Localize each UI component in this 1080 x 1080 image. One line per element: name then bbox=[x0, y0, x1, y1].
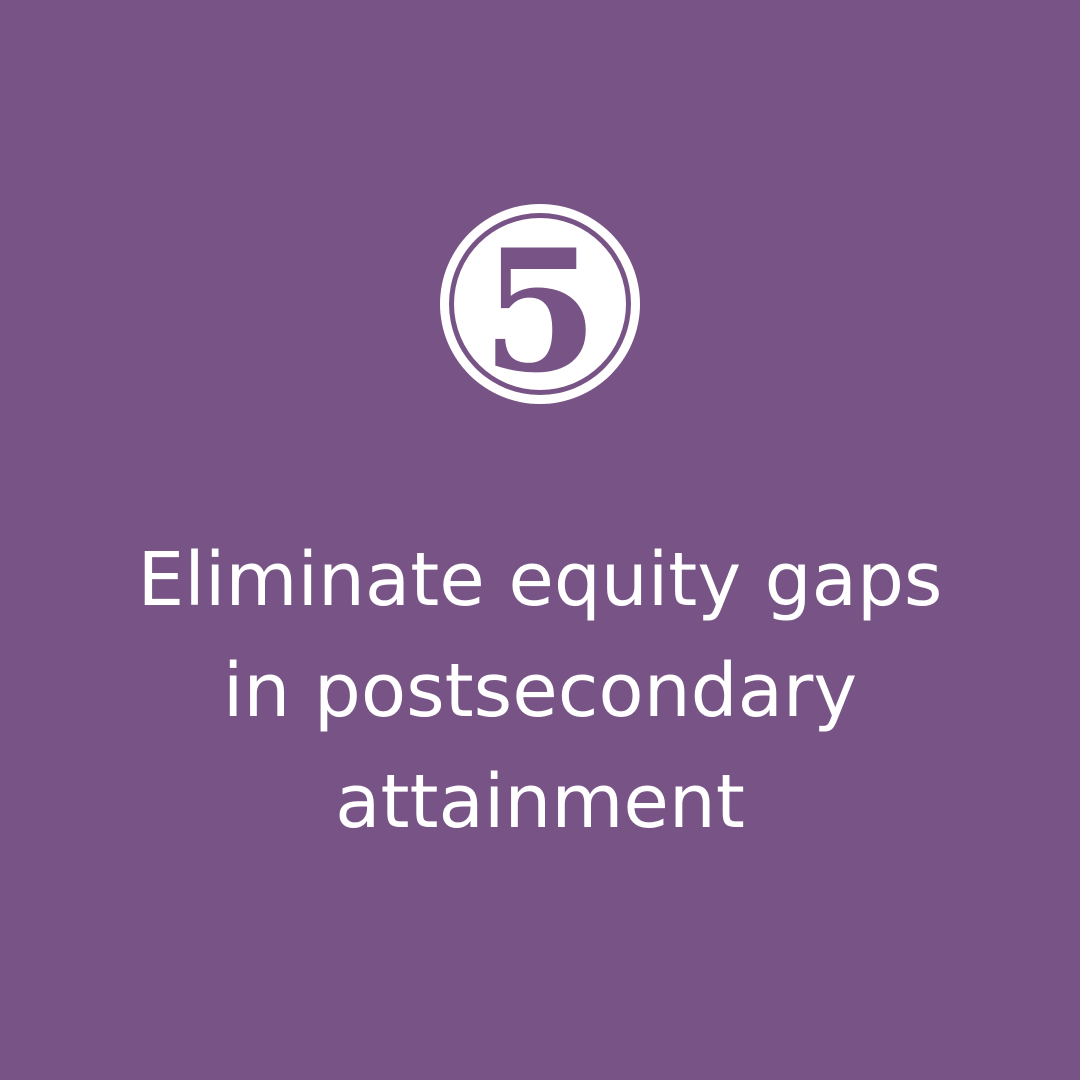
badge-number: 5 bbox=[482, 212, 599, 406]
headline: Eliminate equity gaps in postsecondary a… bbox=[80, 525, 1000, 858]
slide-canvas: 5 Eliminate equity gaps in postsecondary… bbox=[0, 0, 1080, 1080]
number-badge-circle: 5 bbox=[440, 204, 640, 406]
headline-line-2: in postsecondary bbox=[222, 648, 858, 734]
headline-line-1: Eliminate equity gaps bbox=[137, 537, 943, 623]
number-badge: 5 bbox=[438, 202, 642, 406]
headline-line-3: attainment bbox=[335, 759, 745, 845]
